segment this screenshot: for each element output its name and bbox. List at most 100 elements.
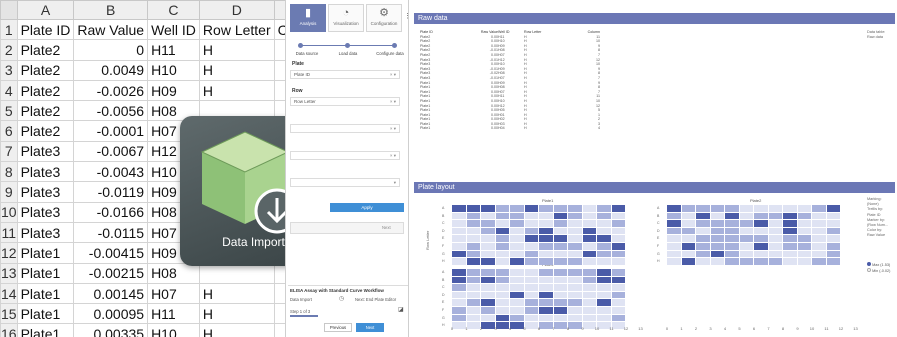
heatmap-cell[interactable]	[510, 276, 524, 284]
heatmap-cell[interactable]	[510, 227, 524, 235]
heatmap-cell[interactable]	[539, 291, 553, 299]
heatmap-cell[interactable]	[681, 235, 695, 242]
column-header-c[interactable]: C	[147, 0, 200, 20]
heatmap-cell[interactable]	[568, 284, 582, 291]
heatmap-cell[interactable]	[597, 299, 611, 306]
heatmap-cell[interactable]	[725, 242, 739, 250]
heatmap-cell[interactable]	[667, 212, 681, 220]
row-number[interactable]: 2	[0, 39, 18, 61]
heatmap-cell[interactable]	[539, 314, 553, 322]
heatmap-cell[interactable]	[582, 220, 596, 227]
heatmap-cell[interactable]	[452, 306, 466, 314]
heatmap-cell[interactable]	[611, 235, 625, 242]
heatmap-cell[interactable]	[582, 269, 596, 276]
heatmap-cell[interactable]	[539, 235, 553, 242]
heatmap-cell[interactable]	[553, 276, 567, 284]
heatmap-cell[interactable]	[481, 242, 495, 250]
table-cell[interactable]: H08	[147, 262, 200, 284]
heatmap-cell[interactable]	[452, 242, 466, 250]
table-cell[interactable]: H	[198, 323, 275, 337]
table-cell[interactable]: H09	[147, 79, 200, 102]
heatmap-cell[interactable]	[783, 250, 797, 258]
row-number[interactable]: 13	[0, 262, 18, 284]
table-cell[interactable]: -0.0043	[73, 161, 149, 183]
heatmap-cell[interactable]	[524, 258, 538, 265]
heatmap-cell[interactable]	[510, 314, 524, 322]
heatmap-cell[interactable]	[768, 205, 782, 212]
row-number[interactable]: 8	[0, 161, 18, 183]
table-cell[interactable]: Plate2	[16, 39, 75, 61]
heatmap-cell[interactable]	[582, 276, 596, 284]
heatmap-cell[interactable]	[466, 291, 480, 299]
heatmap-cell[interactable]	[481, 205, 495, 212]
heatmap-cell[interactable]	[754, 235, 768, 242]
heatmap-cell[interactable]	[553, 291, 567, 299]
heatmap-cell[interactable]	[495, 284, 509, 291]
heatmap-cell[interactable]	[568, 314, 582, 322]
heatmap-cell[interactable]	[539, 269, 553, 276]
heatmap-cell[interactable]	[524, 306, 538, 314]
heatmap-cell[interactable]	[553, 235, 567, 242]
heatmap-cell[interactable]	[812, 258, 826, 265]
heatmap-cell[interactable]	[524, 220, 538, 227]
plate-id-dropdown[interactable]: Plate ID × ▾	[290, 70, 400, 79]
heatmap-cell[interactable]	[510, 242, 524, 250]
select-all-corner[interactable]	[0, 0, 18, 20]
heatmap-cell[interactable]	[568, 242, 582, 250]
row-number[interactable]: 6	[0, 120, 18, 142]
heatmap-cell[interactable]	[597, 314, 611, 322]
heatmap-cell[interactable]	[611, 242, 625, 250]
table-cell[interactable]: Plate1	[16, 303, 75, 325]
heatmap-cell[interactable]	[539, 258, 553, 265]
heatmap-cell[interactable]	[452, 205, 466, 212]
heatmap-cell[interactable]	[754, 212, 768, 220]
heatmap-cell[interactable]	[553, 258, 567, 265]
heatmap-cell[interactable]	[611, 220, 625, 227]
heatmap-cell[interactable]	[452, 227, 466, 235]
heatmap-cell[interactable]	[510, 269, 524, 276]
heatmap-cell[interactable]	[681, 220, 695, 227]
heatmap-cell[interactable]	[553, 242, 567, 250]
heatmap-cell[interactable]	[826, 212, 840, 220]
heatmap-cell[interactable]	[754, 227, 768, 235]
row-number[interactable]: 15	[0, 303, 18, 325]
heatmap-cell[interactable]	[510, 291, 524, 299]
table-cell[interactable]: H	[198, 79, 275, 102]
heatmap-cell[interactable]	[725, 227, 739, 235]
heatmap-cell[interactable]	[696, 242, 710, 250]
heatmap-cell[interactable]	[568, 299, 582, 306]
heatmap-cell[interactable]	[797, 242, 811, 250]
heatmap-cell[interactable]	[452, 299, 466, 306]
heatmap-cell[interactable]	[553, 250, 567, 258]
heatmap-cell[interactable]	[452, 212, 466, 220]
heatmap-cell[interactable]	[524, 205, 538, 212]
heatmap-cell[interactable]	[481, 276, 495, 284]
heatmap-cell[interactable]	[495, 314, 509, 322]
extra-dropdown[interactable]: ▾	[290, 178, 400, 187]
table-cell[interactable]: H	[198, 39, 275, 61]
heatmap-cell[interactable]	[681, 227, 695, 235]
heatmap-cell[interactable]	[611, 299, 625, 306]
heatmap-cell[interactable]	[667, 235, 681, 242]
heatmap-cell[interactable]	[797, 220, 811, 227]
heatmap-cell[interactable]	[553, 269, 567, 276]
heatmap-cell[interactable]	[611, 250, 625, 258]
heatmap-cell[interactable]	[754, 220, 768, 227]
table-cell[interactable]	[198, 262, 275, 284]
table-cell[interactable]: Plate1	[16, 323, 75, 337]
heatmap-cell[interactable]	[754, 242, 768, 250]
column-header-a[interactable]: A	[16, 0, 75, 20]
table-cell[interactable]: -0.0119	[73, 181, 149, 203]
heatmap-cell[interactable]	[568, 250, 582, 258]
heatmap-cell[interactable]	[466, 258, 480, 265]
table-cell[interactable]: Plate1	[16, 262, 75, 284]
heatmap-cell[interactable]	[725, 220, 739, 227]
plate3-heatmap[interactable]	[452, 269, 625, 329]
heatmap-cell[interactable]	[466, 276, 480, 284]
heatmap-cell[interactable]	[710, 220, 724, 227]
heatmap-cell[interactable]	[568, 306, 582, 314]
heatmap-cell[interactable]	[568, 227, 582, 235]
heatmap-cell[interactable]	[466, 314, 480, 322]
heatmap-cell[interactable]	[582, 227, 596, 235]
heatmap-cell[interactable]	[481, 306, 495, 314]
